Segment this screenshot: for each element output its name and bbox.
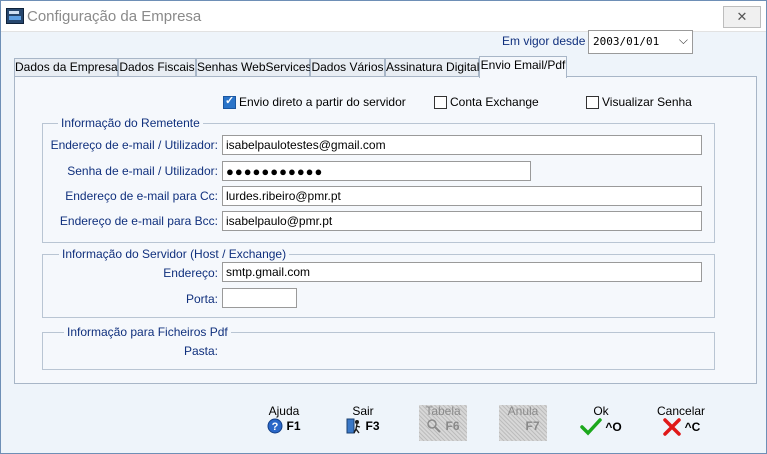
chevron-down-icon: ⌵ [678, 33, 688, 47]
checkbox-unchecked[interactable] [586, 95, 599, 109]
envio-direto-checkbox[interactable]: Envio direto a partir do servidor [223, 94, 406, 109]
vigor-date-value: 2003/01/01 [593, 35, 660, 48]
server-address-field[interactable]: smtp.gmail.com [222, 262, 702, 282]
tabela-label: Tabela [425, 404, 461, 418]
vigor-label: Em vigor desde : [502, 34, 593, 48]
cc-label: Endereço de e-mail para Cc: [65, 189, 218, 203]
envio-direto-label: Envio direto a partir do servidor [239, 95, 406, 109]
servidor-legend: Informação do Servidor (Host / Exchange) [59, 247, 290, 261]
visualizar-senha-checkbox[interactable]: Visualizar Senha [586, 95, 692, 109]
cancel-x-icon [662, 418, 681, 436]
anula-key: F7 [525, 419, 540, 433]
sair-label: Sair [352, 404, 374, 418]
sair-button[interactable]: Sair F3 [339, 405, 387, 441]
checkbox-checked[interactable] [223, 94, 236, 109]
ajuda-label: Ajuda [268, 404, 300, 418]
pasta-label: Pasta: [183, 344, 218, 358]
checkbox-unchecked[interactable] [434, 95, 447, 109]
close-icon: ✕ [736, 9, 748, 24]
port-field[interactable] [222, 288, 297, 308]
email-label: Endereço de e-mail / Utilizador: [50, 138, 218, 152]
cancelar-label: Cancelar [657, 404, 706, 418]
svg-text:?: ? [272, 421, 279, 433]
ajuda-key: F1 [286, 419, 301, 433]
undo-icon [506, 418, 522, 434]
checkmark-icon [580, 418, 603, 436]
ok-label: Ok [593, 404, 609, 418]
endereco-label: Endereço: [163, 266, 218, 280]
tabela-key: F6 [445, 419, 460, 433]
vigor-date-select[interactable]: 2003/01/01 ⌵ [588, 30, 693, 54]
tabela-button[interactable]: Tabela F6 [419, 405, 467, 441]
ok-key: ^O [605, 420, 622, 434]
ok-button[interactable]: Ok ^O [577, 405, 625, 441]
app-icon [6, 8, 24, 24]
tab-dados-fiscais[interactable]: Dados Fiscais [118, 58, 196, 77]
tab-senhas-webservices[interactable]: Senhas WebServices [196, 58, 312, 77]
tab-envio-email-pdf[interactable]: Envio Email/Pdf [479, 56, 567, 78]
tab-dados-empresa[interactable]: Dados da Empresa [14, 58, 118, 77]
pdf-legend: Informação para Ficheiros Pdf [64, 325, 231, 339]
cancelar-button[interactable]: Cancelar ^C [657, 405, 705, 441]
config-window: Configuração da Empresa ✕ Em vigor desde… [0, 0, 767, 454]
email-field[interactable]: isabelpaulotestes@gmail.com [222, 135, 702, 155]
bcc-email-field[interactable]: isabelpaulo@pmr.pt [222, 211, 702, 231]
porta-label: Porta: [185, 292, 218, 306]
senha-label: Senha de e-mail / Utilizador: [67, 164, 218, 178]
title-bar: Configuração da Empresa ✕ [1, 1, 766, 32]
anula-label: Anula [507, 404, 539, 418]
help-icon: ? [267, 418, 283, 434]
bcc-label: Endereço de e-mail para Bcc: [59, 214, 218, 228]
anula-button[interactable]: Anula F7 [499, 405, 547, 441]
tab-assinatura-digital[interactable]: Assinatura Digital [385, 58, 479, 77]
close-button[interactable]: ✕ [723, 6, 761, 28]
remetente-legend: Informação do Remetente [58, 116, 203, 130]
table-icon [427, 419, 442, 433]
cc-email-field[interactable]: lurdes.ribeiro@pmr.pt [222, 186, 702, 206]
password-field[interactable]: ●●●●●●●●●●● [222, 161, 531, 181]
cancelar-key: ^C [684, 420, 701, 434]
exit-icon [346, 418, 361, 434]
ajuda-button[interactable]: Ajuda ? F1 [260, 405, 308, 441]
visualizar-senha-label: Visualizar Senha [602, 95, 692, 109]
tab-dados-varios[interactable]: Dados Vários [310, 58, 385, 77]
conta-exchange-label: Conta Exchange [450, 95, 539, 109]
sair-key: F3 [365, 419, 380, 433]
conta-exchange-checkbox[interactable]: Conta Exchange [434, 95, 539, 109]
window-title: Configuração da Empresa [27, 8, 202, 25]
